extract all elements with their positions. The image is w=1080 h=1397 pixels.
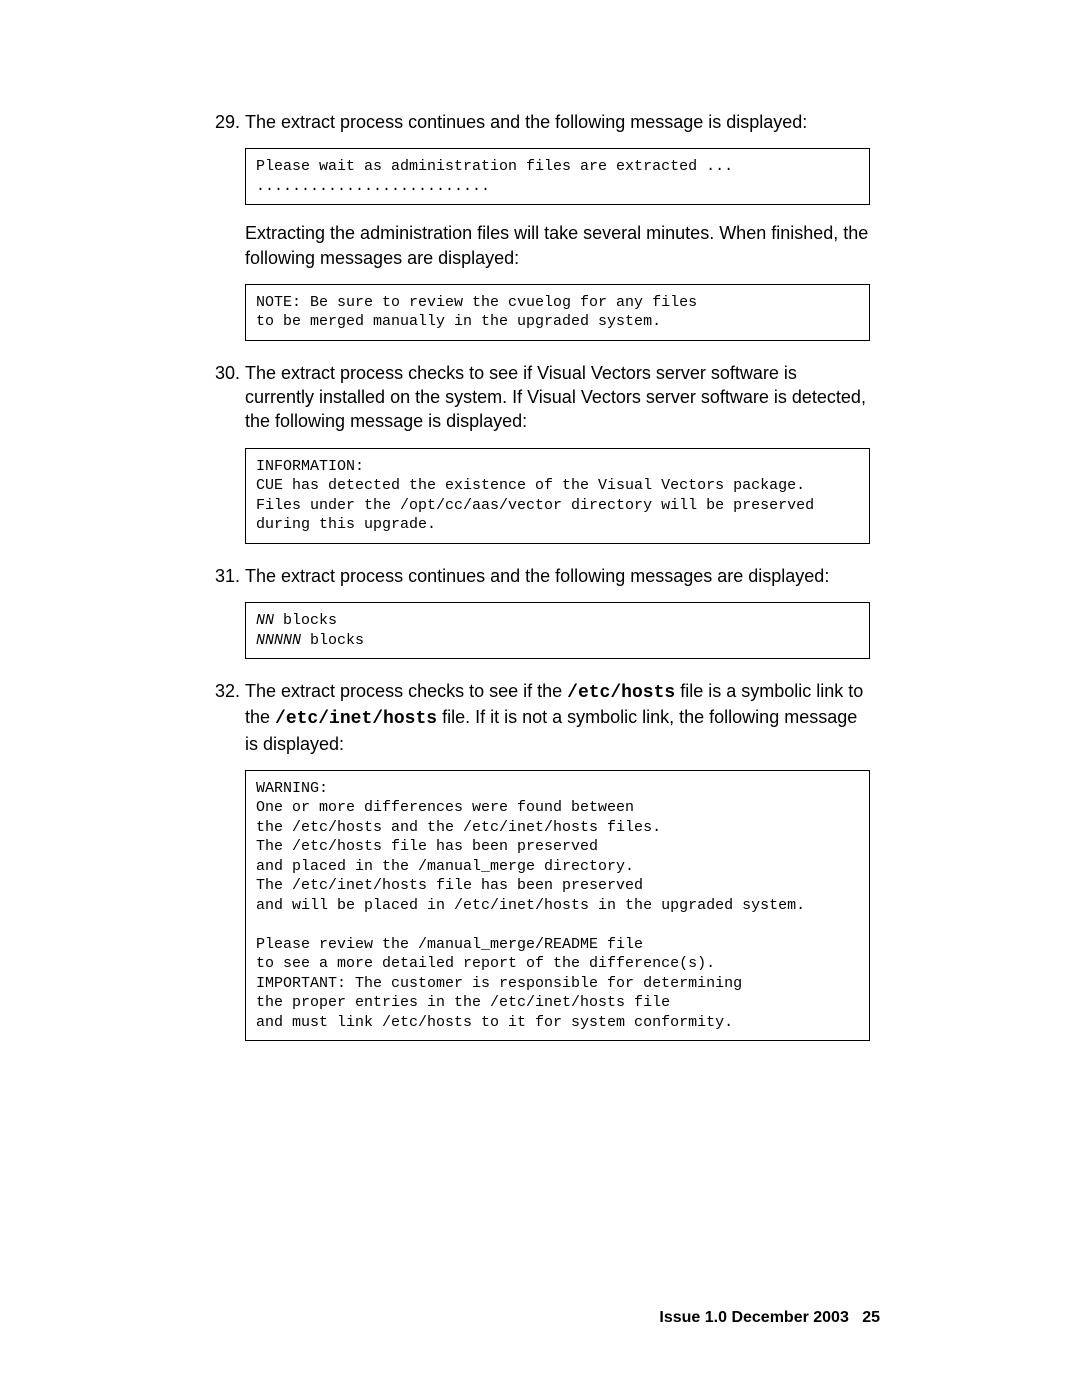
page-footer: Issue 1.0 December 2003 25 bbox=[659, 1309, 880, 1327]
step-32-code: WARNING: One or more differences were fo… bbox=[245, 770, 870, 1042]
step-29-code-2: NOTE: Be sure to review the cvuelog for … bbox=[245, 284, 870, 341]
step-29: 29. The extract process continues and th… bbox=[215, 110, 870, 341]
step-31-number: 31. bbox=[215, 564, 240, 588]
code-var-nn: NN bbox=[256, 612, 274, 629]
step-29-text: 29. The extract process continues and th… bbox=[215, 110, 870, 134]
step-31-body: The extract process continues and the fo… bbox=[245, 566, 829, 586]
step-31-code: NN blocks NNNNN blocks bbox=[245, 602, 870, 659]
footer-issue: Issue 1.0 December 2003 bbox=[659, 1309, 848, 1326]
document-page: 29. The extract process continues and th… bbox=[0, 0, 1080, 1397]
path-etc-inet-hosts: /etc/inet/hosts bbox=[275, 709, 437, 729]
step-30-code: INFORMATION: CUE has detected the existe… bbox=[245, 448, 870, 544]
step-30: 30. The extract process checks to see if… bbox=[215, 361, 870, 544]
step-32-text-a: The extract process checks to see if the bbox=[245, 681, 567, 701]
code-var-nnnnn: NNNNN bbox=[256, 632, 301, 649]
step-29-subtext: Extracting the administration files will… bbox=[245, 221, 870, 270]
step-32: 32. The extract process checks to see if… bbox=[215, 679, 870, 1041]
step-31: 31. The extract process continues and th… bbox=[215, 564, 870, 659]
step-32-body: The extract process checks to see if the… bbox=[245, 681, 863, 754]
step-30-text: 30. The extract process checks to see if… bbox=[215, 361, 870, 434]
step-29-number: 29. bbox=[215, 110, 240, 134]
code-text-1: blocks bbox=[274, 612, 337, 629]
step-32-number: 32. bbox=[215, 679, 240, 703]
path-etc-hosts: /etc/hosts bbox=[567, 683, 675, 703]
step-30-number: 30. bbox=[215, 361, 240, 385]
step-32-text: 32. The extract process checks to see if… bbox=[215, 679, 870, 756]
code-text-2: blocks bbox=[301, 632, 364, 649]
step-30-body: The extract process checks to see if Vis… bbox=[245, 363, 866, 432]
step-29-body: The extract process continues and the fo… bbox=[245, 112, 807, 132]
footer-page-number: 25 bbox=[862, 1309, 880, 1326]
step-31-text: 31. The extract process continues and th… bbox=[215, 564, 870, 588]
step-29-code-1: Please wait as administration files are … bbox=[245, 148, 870, 205]
